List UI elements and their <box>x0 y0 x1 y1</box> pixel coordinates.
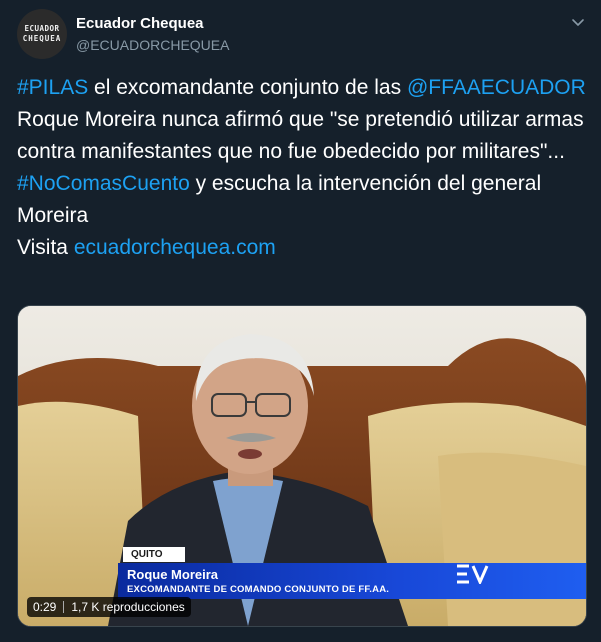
avatar-text-line1: ECUADOR <box>24 24 60 33</box>
hashtag-pilas[interactable]: #PILAS <box>17 76 88 99</box>
channel-logo-icon <box>457 564 489 584</box>
website-link[interactable]: ecuadorchequea.com <box>74 236 276 259</box>
visit-label: Visita <box>17 236 74 259</box>
lower-third-name: Roque Moreira <box>127 567 219 582</box>
lower-third-role: EXCOMANDANTE DE COMANDO CONJUNTO DE FF.A… <box>127 584 390 595</box>
divider <box>63 601 65 613</box>
author-handle[interactable]: @ECUADORCHEQUEA <box>76 37 229 53</box>
hashtag-nocomascuento[interactable]: #NoComasCuento <box>17 172 190 195</box>
tweet-text-segment-1: el excomandante conjunto de las <box>88 76 407 99</box>
video-duration: 0:29 <box>33 600 57 614</box>
chevron-down-icon[interactable] <box>570 14 586 30</box>
mention-ffaaecuador[interactable]: @FFAAECUADOR <box>407 76 586 99</box>
avatar[interactable]: ECUADOR CHEQUEA <box>17 9 67 59</box>
avatar-text-line2: CHEQUEA <box>22 34 62 43</box>
video-player[interactable]: QUITO Roque Moreira EXCOMANDANTE DE COMA… <box>17 305 587 627</box>
tweet-text-segment-2: Roque Moreira nunca afirmó que "se prete… <box>17 108 584 163</box>
tweet-card[interactable]: ECUADOR CHEQUEA Ecuador Chequea @ECUADOR… <box>0 0 601 642</box>
tweet-text: #PILAS el excomandante conjunto de las @… <box>17 72 589 264</box>
video-stats-badge: 0:29 1,7 K reproducciones <box>27 597 191 617</box>
video-views: 1,7 K reproducciones <box>71 600 185 614</box>
author-name[interactable]: Ecuador Chequea <box>76 15 204 32</box>
location-tag: QUITO <box>123 547 185 562</box>
